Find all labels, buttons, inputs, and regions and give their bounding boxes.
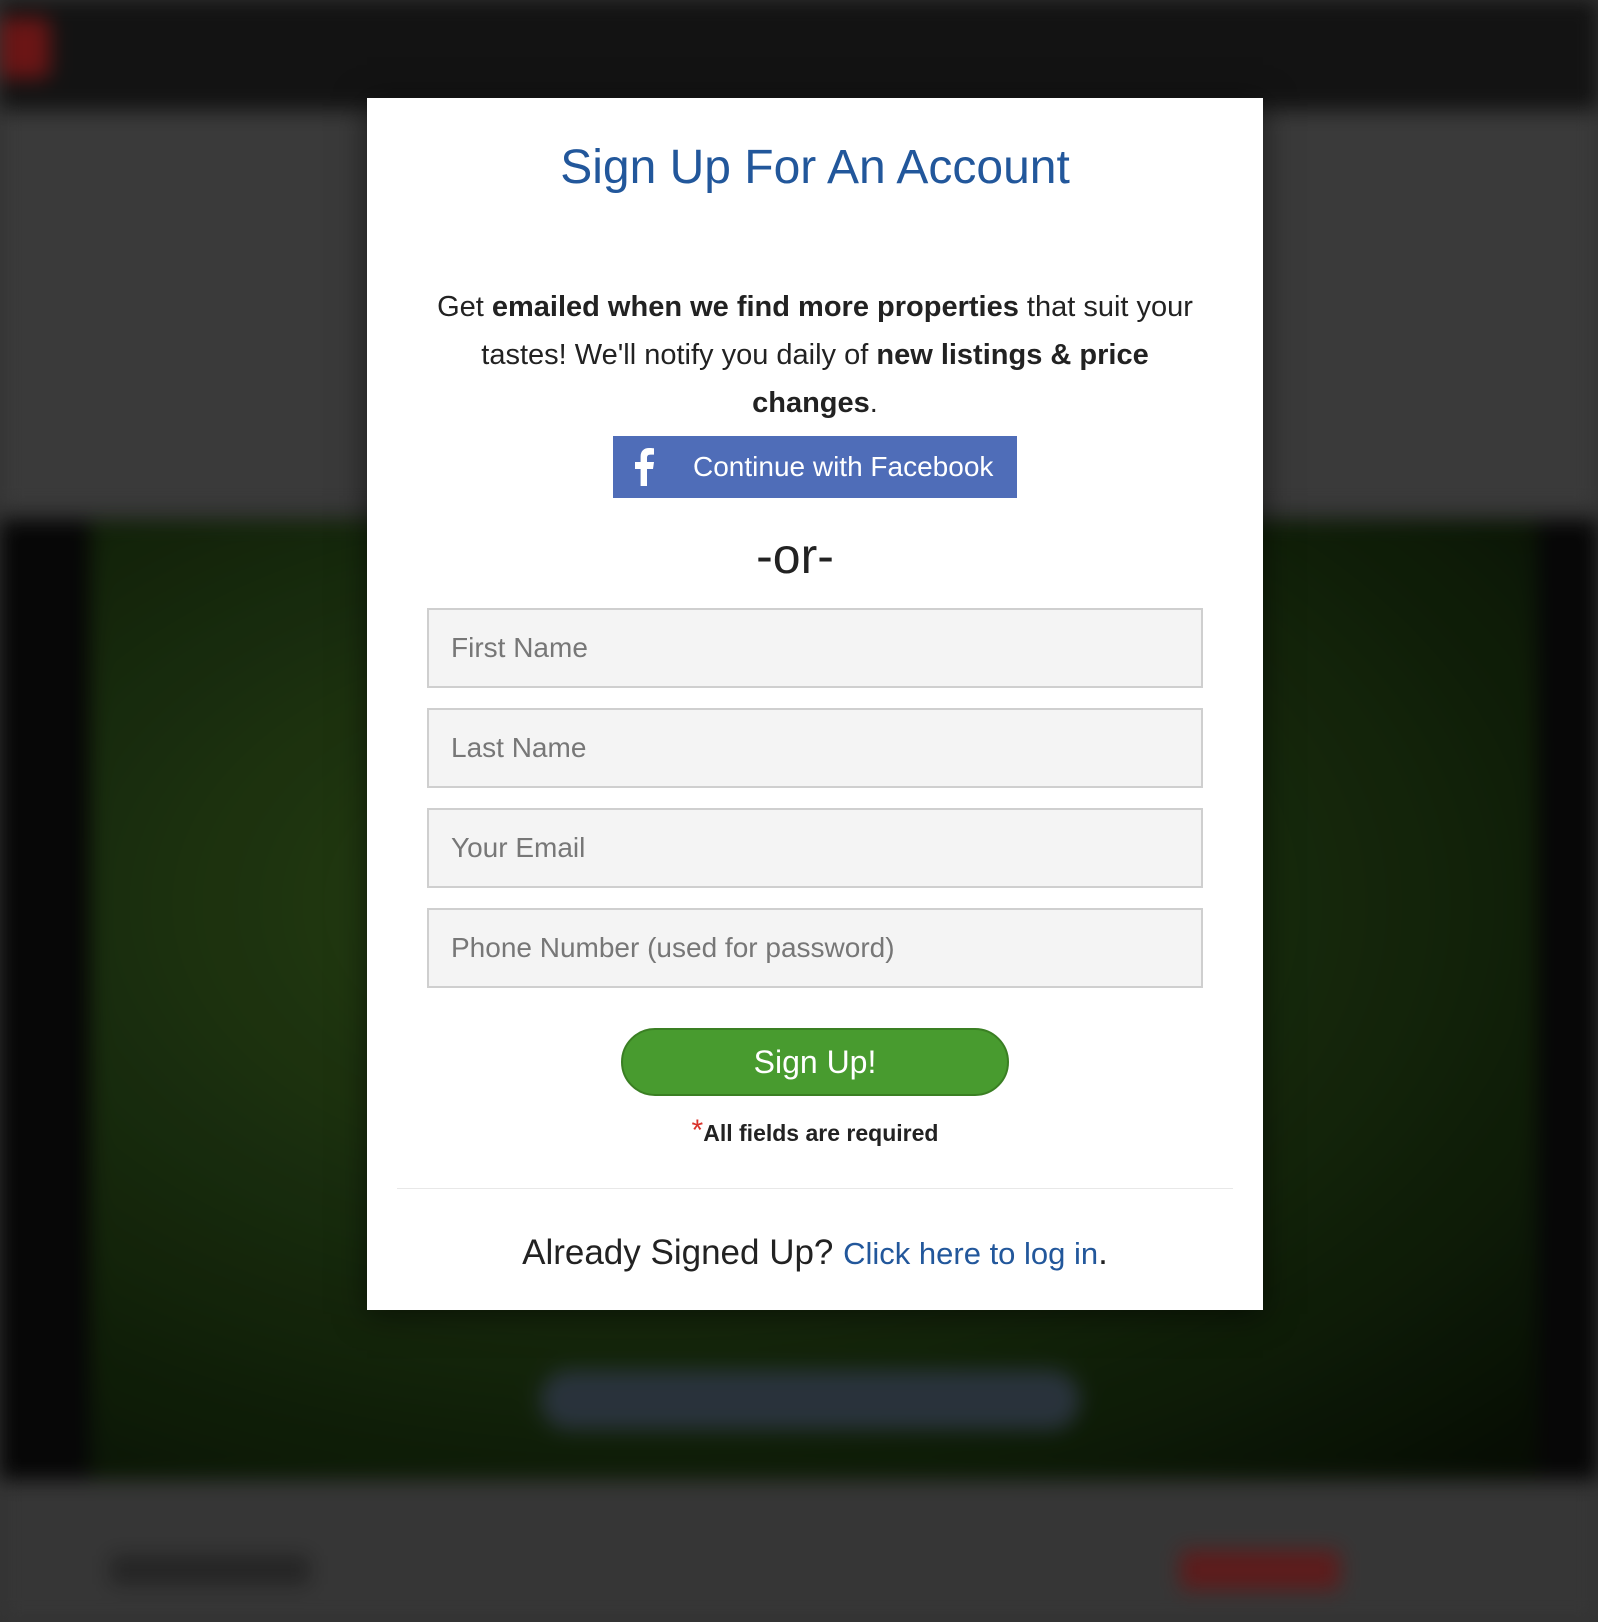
modal-title: Sign Up For An Account: [560, 141, 1070, 194]
login-link[interactable]: Click here to log in: [843, 1236, 1098, 1271]
sign-up-button[interactable]: Sign Up!: [621, 1028, 1009, 1096]
login-prompt-line: Already Signed Up? Click here to log in.: [367, 1228, 1263, 1279]
divider: [397, 1188, 1233, 1189]
signup-modal: Sign Up For An Account Get emailed when …: [367, 98, 1263, 1310]
first-name-field[interactable]: [427, 608, 1203, 688]
login-prompt: Already Signed Up?: [522, 1233, 834, 1272]
last-name-field[interactable]: [427, 708, 1203, 788]
required-note: *All fields are required: [367, 1114, 1263, 1154]
continue-with-facebook-button[interactable]: Continue with Facebook: [613, 436, 1017, 498]
facebook-icon: [633, 448, 655, 486]
phone-field[interactable]: [427, 908, 1203, 988]
email-field[interactable]: [427, 808, 1203, 888]
required-note-text: All fields are required: [703, 1120, 939, 1146]
facebook-button-label: Continue with Facebook: [693, 451, 994, 482]
intro-text-part: Get: [437, 291, 492, 323]
required-asterisk: *: [691, 1114, 704, 1147]
modal-title-wrap: Sign Up For An Account: [367, 138, 1263, 198]
intro-text-bold: emailed when we find more properties: [491, 291, 1019, 323]
login-suffix: .: [1098, 1233, 1108, 1272]
intro-text-part: .: [869, 387, 878, 419]
intro-text: Get emailed when we find more properties…: [427, 283, 1203, 427]
or-separator: -or-: [756, 528, 834, 584]
